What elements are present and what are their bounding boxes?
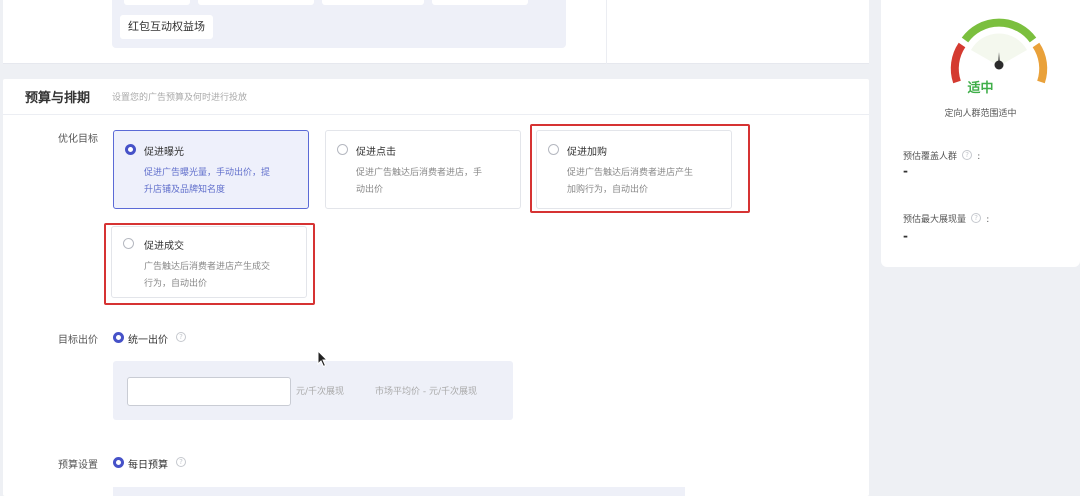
market-average-price: 市场平均价 - 元/千次展现: [375, 387, 478, 397]
impressions-label: 预估最大展现量: [903, 215, 967, 225]
option-desc: 动出价: [356, 185, 384, 195]
section-subtitle: 设置您的广告预算及何时进行投放: [112, 93, 248, 103]
impressions-value: -: [903, 229, 908, 243]
budget-mode-label: 每日预算: [128, 460, 168, 471]
highlight-box: [104, 223, 315, 305]
redpack-chip[interactable]: 红包互动权益场: [120, 15, 213, 39]
section-title: 预算与排期: [25, 91, 91, 106]
targeting-chip[interactable]: [124, 0, 190, 5]
gauge-level: 适中: [967, 81, 994, 96]
coverage-label: 预估覆盖人群: [903, 152, 958, 162]
budget-panel: [113, 487, 685, 496]
goal-label: 优化目标: [58, 134, 98, 145]
targeting-chip[interactable]: [198, 0, 314, 5]
mouse-cursor-icon: [317, 350, 329, 368]
radio-selected-icon[interactable]: [125, 144, 136, 155]
coverage-row: 预估覆盖人群 ? :: [903, 149, 981, 162]
bid-unit: 元/千次展现: [296, 387, 345, 397]
divider: [3, 114, 869, 115]
targeting-chip[interactable]: [322, 0, 424, 5]
help-icon[interactable]: ?: [971, 212, 982, 223]
bid-mode-label: 统一出价: [128, 335, 168, 346]
help-icon[interactable]: ?: [962, 149, 973, 160]
highlight-box: [530, 124, 750, 213]
option-desc: 促进广告曝光量，手动出价，提: [144, 168, 271, 178]
audience-estimate-card: 适中 定向人群范围适中 预估覆盖人群 ? : - 预估最大展现量 ? : -: [881, 0, 1080, 267]
goal-option-exposure[interactable]: 促进曝光 促进广告曝光量，手动出价，提 升店铺及品牌知名度: [113, 130, 309, 209]
radio-icon[interactable]: [337, 144, 348, 155]
option-desc: 升店铺及品牌知名度: [144, 185, 226, 195]
option-desc: 促进广告触达后消费者进店，手: [356, 168, 483, 178]
targeting-chip[interactable]: [432, 0, 528, 5]
help-icon[interactable]: ?: [176, 332, 186, 342]
goal-option-click[interactable]: 促进点击 促进广告触达后消费者进店，手 动出价: [325, 130, 521, 209]
gauge-caption: 定向人群范围适中: [944, 109, 1017, 119]
radio-selected-icon[interactable]: [113, 457, 124, 468]
divider: [606, 0, 607, 64]
option-title: 促进点击: [356, 147, 396, 158]
radio-selected-icon[interactable]: [113, 332, 124, 343]
impressions-row: 预估最大展现量 ? :: [903, 212, 990, 225]
option-title: 促进曝光: [144, 147, 184, 158]
coverage-value: -: [903, 164, 908, 178]
help-icon[interactable]: ?: [176, 457, 186, 467]
bid-label: 目标出价: [58, 335, 98, 346]
budget-label: 预算设置: [58, 460, 98, 471]
bid-input[interactable]: [127, 377, 291, 406]
